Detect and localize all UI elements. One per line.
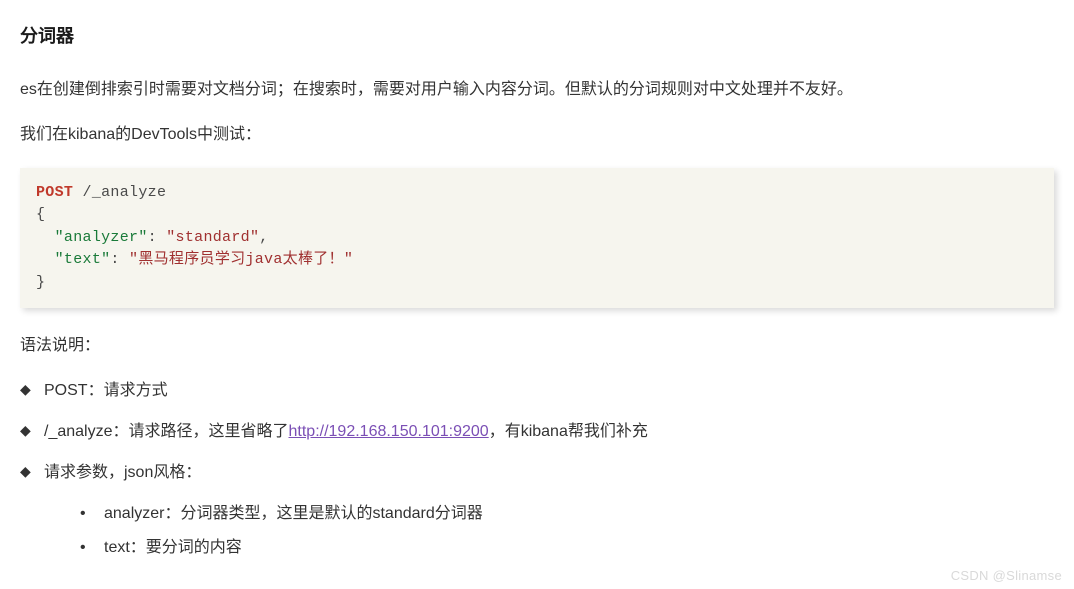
paragraph-intro-1: es在创建倒排索引时需要对文档分词；在搜索时，需要对用户输入内容分词。但默认的分… xyxy=(20,76,1054,105)
bullet-params: 请求参数，json风格： xyxy=(20,459,1054,488)
bullet-post: POST：请求方式 xyxy=(20,377,1054,406)
json-value-standard: "standard" xyxy=(166,229,259,246)
paragraph-intro-2: 我们在kibana的DevTools中测试： xyxy=(20,121,1054,150)
http-path: /_analyze xyxy=(83,184,167,201)
sub-bullet-list: analyzer：分词器类型，这里是默认的standard分词器 text：要分… xyxy=(20,500,1054,564)
json-key-analyzer: "analyzer" xyxy=(55,229,148,246)
bullet-text-post: ，有kibana帮我们补充 xyxy=(489,423,648,440)
colon: : xyxy=(110,251,129,268)
sub-bullet-analyzer: analyzer：分词器类型，这里是默认的standard分词器 xyxy=(80,500,1054,529)
bullet-list: POST：请求方式 /_analyze：请求路径，这里省略了http://192… xyxy=(20,377,1054,487)
brace-open: { xyxy=(36,206,45,223)
comma: , xyxy=(259,229,268,246)
bullet-analyze-path: /_analyze：请求路径，这里省略了http://192.168.150.1… xyxy=(20,418,1054,447)
sub-bullet-text: text：要分词的内容 xyxy=(80,534,1054,563)
http-method: POST xyxy=(36,184,73,201)
json-value-text: "黑马程序员学习java太棒了！" xyxy=(129,251,353,268)
code-block: POST /_analyze { "analyzer": "standard",… xyxy=(20,168,1054,309)
watermark: CSDN @Slinamse xyxy=(951,564,1062,587)
json-key-text: "text" xyxy=(55,251,111,268)
syntax-label: 语法说明： xyxy=(20,332,1054,361)
colon: : xyxy=(148,229,167,246)
kibana-url-link[interactable]: http://192.168.150.101:9200 xyxy=(289,423,489,440)
brace-close: } xyxy=(36,274,45,291)
section-heading: 分词器 xyxy=(20,20,1054,52)
bullet-text-pre: /_analyze：请求路径，这里省略了 xyxy=(44,423,289,440)
